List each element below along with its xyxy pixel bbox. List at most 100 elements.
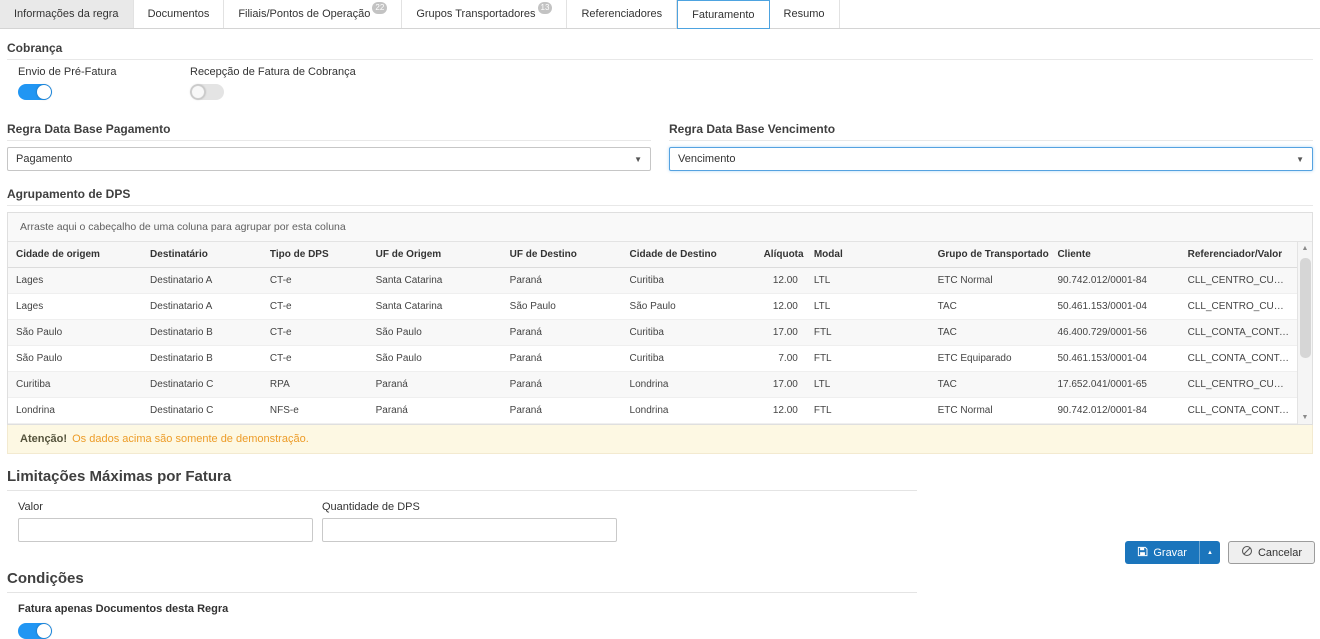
cell: Paraná — [502, 346, 622, 372]
cancelar-button-label: Cancelar — [1258, 547, 1302, 559]
gravar-button[interactable]: Gravar — [1125, 541, 1199, 564]
cell: 17.00 — [756, 320, 806, 346]
scrollbar-thumb[interactable] — [1300, 258, 1311, 358]
quantidade-dps-label: Quantidade de DPS — [322, 501, 617, 513]
cell: LTL — [806, 268, 930, 294]
cell: RPA — [262, 372, 368, 398]
cell: Curitiba — [622, 320, 756, 346]
warning-strong-text: Atenção! — [20, 433, 67, 445]
column-header-uf-destino[interactable]: UF de Destino — [502, 242, 622, 268]
cell: Curitiba — [622, 268, 756, 294]
cell: ETC Normal — [930, 268, 1050, 294]
cell: São Paulo — [622, 294, 756, 320]
scroll-up-icon[interactable]: ▲ — [1302, 242, 1309, 255]
table-row[interactable]: Lages Destinatario A CT-e Santa Catarina… — [8, 294, 1297, 320]
tab-count-badge: 22 — [372, 2, 387, 14]
recepcao-fatura-cobranca-label: Recepção de Fatura de Cobrança — [190, 66, 356, 78]
tab-filiais-pontos-operacao[interactable]: Filiais/Pontos de Operação22 — [224, 0, 402, 28]
cell: Destinatario B — [142, 346, 262, 372]
cell: São Paulo — [368, 346, 502, 372]
envio-pre-fatura-toggle[interactable] — [18, 84, 52, 100]
grid-group-drop-zone[interactable]: Arraste aqui o cabeçalho de uma coluna p… — [8, 213, 1312, 242]
recepcao-fatura-cobranca-toggle[interactable] — [190, 84, 224, 100]
cell: TAC — [930, 294, 1050, 320]
section-title-agrupamento-dps: Agrupamento de DPS — [7, 179, 1313, 206]
cell: LTL — [806, 372, 930, 398]
gravar-split-button[interactable]: Gravar ▲ — [1125, 541, 1220, 564]
table-row[interactable]: Curitiba Destinatario C RPA Paraná Paran… — [8, 372, 1297, 398]
cell: FTL — [806, 346, 930, 372]
cell: Destinatario A — [142, 268, 262, 294]
column-header-grupo-transportador[interactable]: Grupo de Transportador — [930, 242, 1050, 268]
cancelar-button[interactable]: Cancelar — [1228, 541, 1315, 564]
column-header-tipo-dps[interactable]: Tipo de DPS — [262, 242, 368, 268]
cell: ETC Normal — [930, 398, 1050, 424]
chevron-up-icon: ▲ — [1207, 550, 1213, 556]
cell: Paraná — [502, 320, 622, 346]
cell: 7.00 — [756, 346, 806, 372]
cell: TAC — [930, 320, 1050, 346]
cell: 90.742.012/0001-84 — [1049, 268, 1179, 294]
action-buttons: Gravar ▲ Cancelar — [1125, 541, 1315, 564]
cell: Santa Catarina — [368, 268, 502, 294]
tab-resumo[interactable]: Resumo — [770, 0, 840, 28]
tab-documentos[interactable]: Documentos — [134, 0, 225, 28]
column-header-cidade-destino[interactable]: Cidade de Destino — [622, 242, 756, 268]
dps-table: Cidade de origem Destinatário Tipo de DP… — [8, 242, 1297, 424]
column-header-cidade-origem[interactable]: Cidade de origem — [8, 242, 142, 268]
column-header-aliquota[interactable]: Alíquota — [756, 242, 806, 268]
column-header-modal[interactable]: Modal — [806, 242, 930, 268]
cell: Londrina — [622, 398, 756, 424]
tab-label: Filiais/Pontos de Operação — [238, 8, 370, 20]
envio-pre-fatura-label: Envio de Pré-Fatura — [18, 66, 170, 78]
column-header-cliente[interactable]: Cliente — [1049, 242, 1179, 268]
section-title-limitacoes: Limitações Máximas por Fatura — [7, 454, 917, 491]
regra-data-base-pagamento-select[interactable]: Pagamento ▼ — [7, 147, 651, 171]
tab-faturamento[interactable]: Faturamento — [677, 0, 769, 29]
tab-bar: Informações da regra Documentos Filiais/… — [0, 0, 1320, 29]
cell: CLL_CONTA_CONTABIL: DEPART_A — [1180, 320, 1297, 346]
table-row[interactable]: São Paulo Destinatario B CT-e São Paulo … — [8, 346, 1297, 372]
tab-informacoes-da-regra[interactable]: Informações da regra — [0, 0, 134, 28]
demo-data-warning: Atenção! Os dados acima são somente de d… — [7, 425, 1313, 454]
cell: 17.00 — [756, 372, 806, 398]
tab-label: Resumo — [784, 8, 825, 20]
toggle-knob — [37, 85, 51, 99]
cell: São Paulo — [502, 294, 622, 320]
cell: NFS-e — [262, 398, 368, 424]
cell: Paraná — [368, 398, 502, 424]
tab-count-badge: 13 — [538, 2, 553, 14]
cell: CT-e — [262, 294, 368, 320]
chevron-down-icon: ▼ — [634, 155, 642, 164]
cell: Londrina — [622, 372, 756, 398]
section-title-regra-data-base-vencimento: Regra Data Base Vencimento — [669, 114, 1313, 141]
table-scrollbar[interactable]: ▲ ▼ — [1297, 242, 1312, 424]
column-header-uf-origem[interactable]: UF de Origem — [368, 242, 502, 268]
cell: Destinatario B — [142, 320, 262, 346]
column-header-destinatario[interactable]: Destinatário — [142, 242, 262, 268]
table-row[interactable]: São Paulo Destinatario B CT-e São Paulo … — [8, 320, 1297, 346]
column-header-referenciador-valor[interactable]: Referenciador/Valor — [1180, 242, 1297, 268]
gravar-dropdown-toggle[interactable]: ▲ — [1200, 541, 1220, 564]
cell: CLL_CENTRO_CUSTO: TL_DIST — [1180, 372, 1297, 398]
scroll-down-icon[interactable]: ▼ — [1302, 411, 1309, 424]
fatura-apenas-documentos-label: Fatura apenas Documentos desta Regra — [18, 603, 1313, 615]
cell: 50.461.153/0001-04 — [1049, 294, 1179, 320]
selected-value: Vencimento — [678, 153, 735, 165]
tab-grupos-transportadores[interactable]: Grupos Transportadores13 — [402, 0, 567, 28]
valor-input[interactable] — [18, 518, 313, 542]
cell: Paraná — [502, 398, 622, 424]
tab-label: Informações da regra — [14, 8, 119, 20]
fatura-apenas-documentos-toggle[interactable] — [18, 623, 52, 639]
regra-data-base-vencimento-select[interactable]: Vencimento ▼ — [669, 147, 1313, 171]
tab-referenciadores[interactable]: Referenciadores — [567, 0, 677, 28]
table-row[interactable]: Londrina Destinatario C NFS-e Paraná Par… — [8, 398, 1297, 424]
valor-label: Valor — [18, 501, 313, 513]
cell: 12.00 — [756, 268, 806, 294]
cell: FTL — [806, 398, 930, 424]
cell: Curitiba — [8, 372, 142, 398]
quantidade-dps-input[interactable] — [322, 518, 617, 542]
cancel-icon — [1241, 545, 1253, 560]
table-row[interactable]: Lages Destinatario A CT-e Santa Catarina… — [8, 268, 1297, 294]
section-title-cobranca: Cobrança — [7, 33, 1313, 60]
